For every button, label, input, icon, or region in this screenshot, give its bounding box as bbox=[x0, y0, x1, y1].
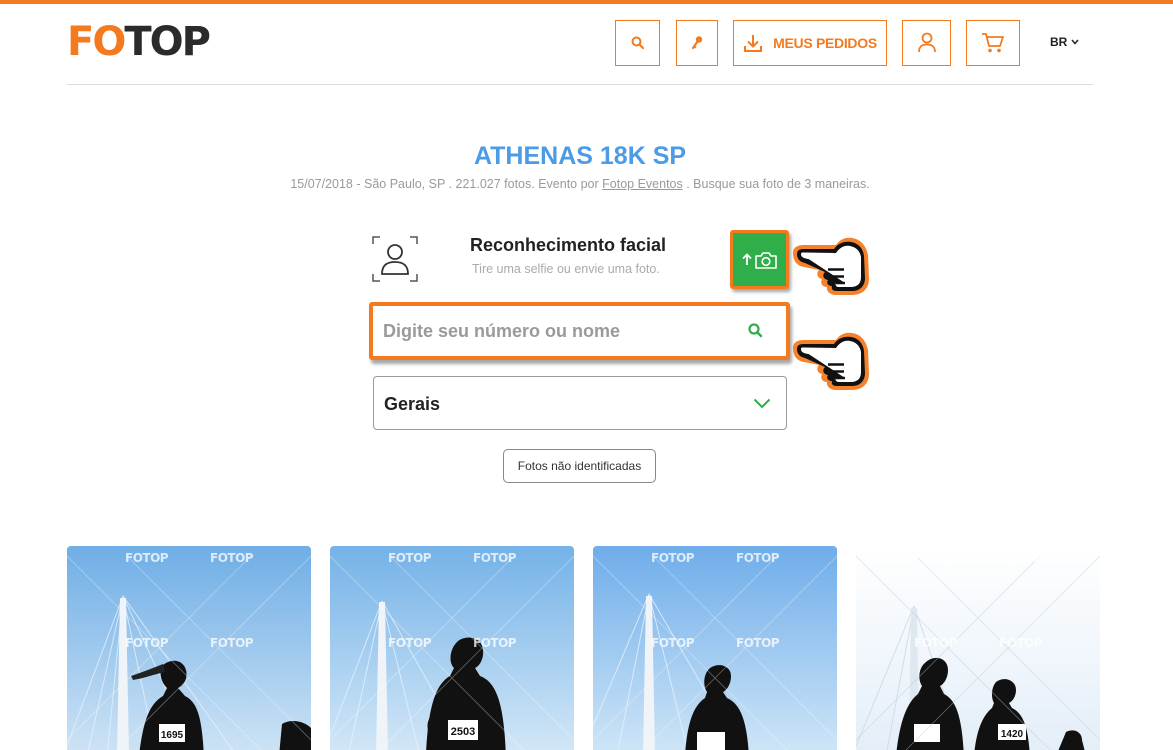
watermark: FOTOP bbox=[651, 551, 695, 565]
photo-thumbnail[interactable]: 2503 FOTOP FOTOP FOTOP FOTOP bbox=[330, 546, 574, 750]
header-key-button[interactable] bbox=[676, 20, 718, 66]
photo-thumbnail[interactable]: FOTOP FOTOP FOTOP FOTOP bbox=[593, 546, 837, 750]
header-search-button[interactable] bbox=[615, 20, 660, 66]
runner-photo bbox=[593, 546, 837, 750]
watermark: FOTOP bbox=[736, 551, 780, 565]
upload-arrow-icon bbox=[742, 253, 752, 265]
category-select[interactable]: Gerais bbox=[373, 376, 787, 430]
language-label: BR bbox=[1050, 35, 1068, 49]
account-button[interactable] bbox=[902, 20, 951, 66]
key-icon bbox=[691, 36, 703, 50]
bib-number bbox=[697, 732, 725, 750]
header-divider bbox=[67, 84, 1093, 85]
event-meta-prefix: 15/07/2018 - São Paulo, SP . 221.027 fot… bbox=[290, 177, 603, 191]
bib-number bbox=[914, 724, 940, 742]
watermark: FOTOP bbox=[651, 636, 695, 650]
unidentified-photos-button[interactable]: Fotos não identificadas bbox=[503, 449, 656, 483]
top-accent-bar bbox=[0, 0, 1173, 4]
watermark: FOTOP bbox=[999, 636, 1043, 650]
search-box bbox=[369, 302, 790, 360]
watermark: FOTOP bbox=[210, 551, 254, 565]
watermark: FOTOP bbox=[125, 636, 169, 650]
event-meta: 15/07/2018 - São Paulo, SP . 221.027 fot… bbox=[0, 177, 1160, 191]
logo-part-top: TOP bbox=[124, 19, 211, 65]
organizer-link[interactable]: Fotop Eventos bbox=[602, 177, 683, 191]
runner-photo: 2503 bbox=[330, 546, 574, 750]
user-icon bbox=[917, 32, 936, 53]
fotop-logo[interactable]: FO TOP bbox=[67, 19, 211, 65]
photo-thumbnail[interactable]: 1695 FOTOP FOTOP FOTOP FOTOP bbox=[67, 546, 311, 750]
chevron-down-icon bbox=[753, 398, 771, 409]
language-selector[interactable]: BR bbox=[1050, 35, 1079, 49]
search-icon[interactable] bbox=[748, 323, 763, 338]
event-title: ATHENAS 18K SP bbox=[473, 142, 687, 170]
download-icon bbox=[744, 35, 763, 52]
runner-photo: 1420 bbox=[856, 546, 1100, 750]
bib-number-text: 1695 bbox=[161, 730, 184, 741]
face-recognition-icon bbox=[372, 236, 418, 282]
watermark: FOTOP bbox=[736, 636, 780, 650]
upload-selfie-button[interactable] bbox=[730, 230, 789, 289]
watermark: FOTOP bbox=[914, 551, 958, 565]
category-select-value: Gerais bbox=[384, 394, 441, 414]
bib-number-text: 1420 bbox=[1001, 729, 1024, 740]
watermark: FOTOP bbox=[999, 551, 1043, 565]
cart-button[interactable] bbox=[966, 20, 1020, 66]
pointing-hand-icon bbox=[793, 332, 869, 390]
my-orders-button[interactable]: MEUS PEDIDOS bbox=[733, 20, 887, 66]
photo-thumbnail[interactable]: 1420 FOTOP FOTOP FOTOP FOTOP bbox=[856, 546, 1100, 750]
facial-recognition-subtitle: Tire uma selfie ou envie uma foto. bbox=[472, 262, 660, 276]
watermark: FOTOP bbox=[210, 636, 254, 650]
logo-part-fo: FO bbox=[67, 19, 126, 65]
search-icon bbox=[631, 36, 644, 50]
camera-icon bbox=[755, 251, 777, 269]
cart-icon bbox=[982, 33, 1004, 53]
event-meta-suffix: . Busque sua foto de 3 maneiras. bbox=[682, 177, 870, 191]
watermark: FOTOP bbox=[388, 636, 432, 650]
search-input[interactable] bbox=[383, 314, 743, 348]
my-orders-label: MEUS PEDIDOS bbox=[773, 35, 877, 51]
watermark: FOTOP bbox=[914, 636, 958, 650]
chevron-down-icon bbox=[1071, 39, 1079, 45]
watermark: FOTOP bbox=[388, 551, 432, 565]
facial-recognition-title: Reconhecimento facial bbox=[470, 235, 667, 255]
watermark: FOTOP bbox=[125, 551, 169, 565]
bib-number-text: 2503 bbox=[451, 726, 475, 738]
pointing-hand-icon bbox=[793, 237, 869, 295]
watermark: FOTOP bbox=[473, 636, 517, 650]
watermark: FOTOP bbox=[473, 551, 517, 565]
runner-photo: 1695 bbox=[67, 546, 311, 750]
